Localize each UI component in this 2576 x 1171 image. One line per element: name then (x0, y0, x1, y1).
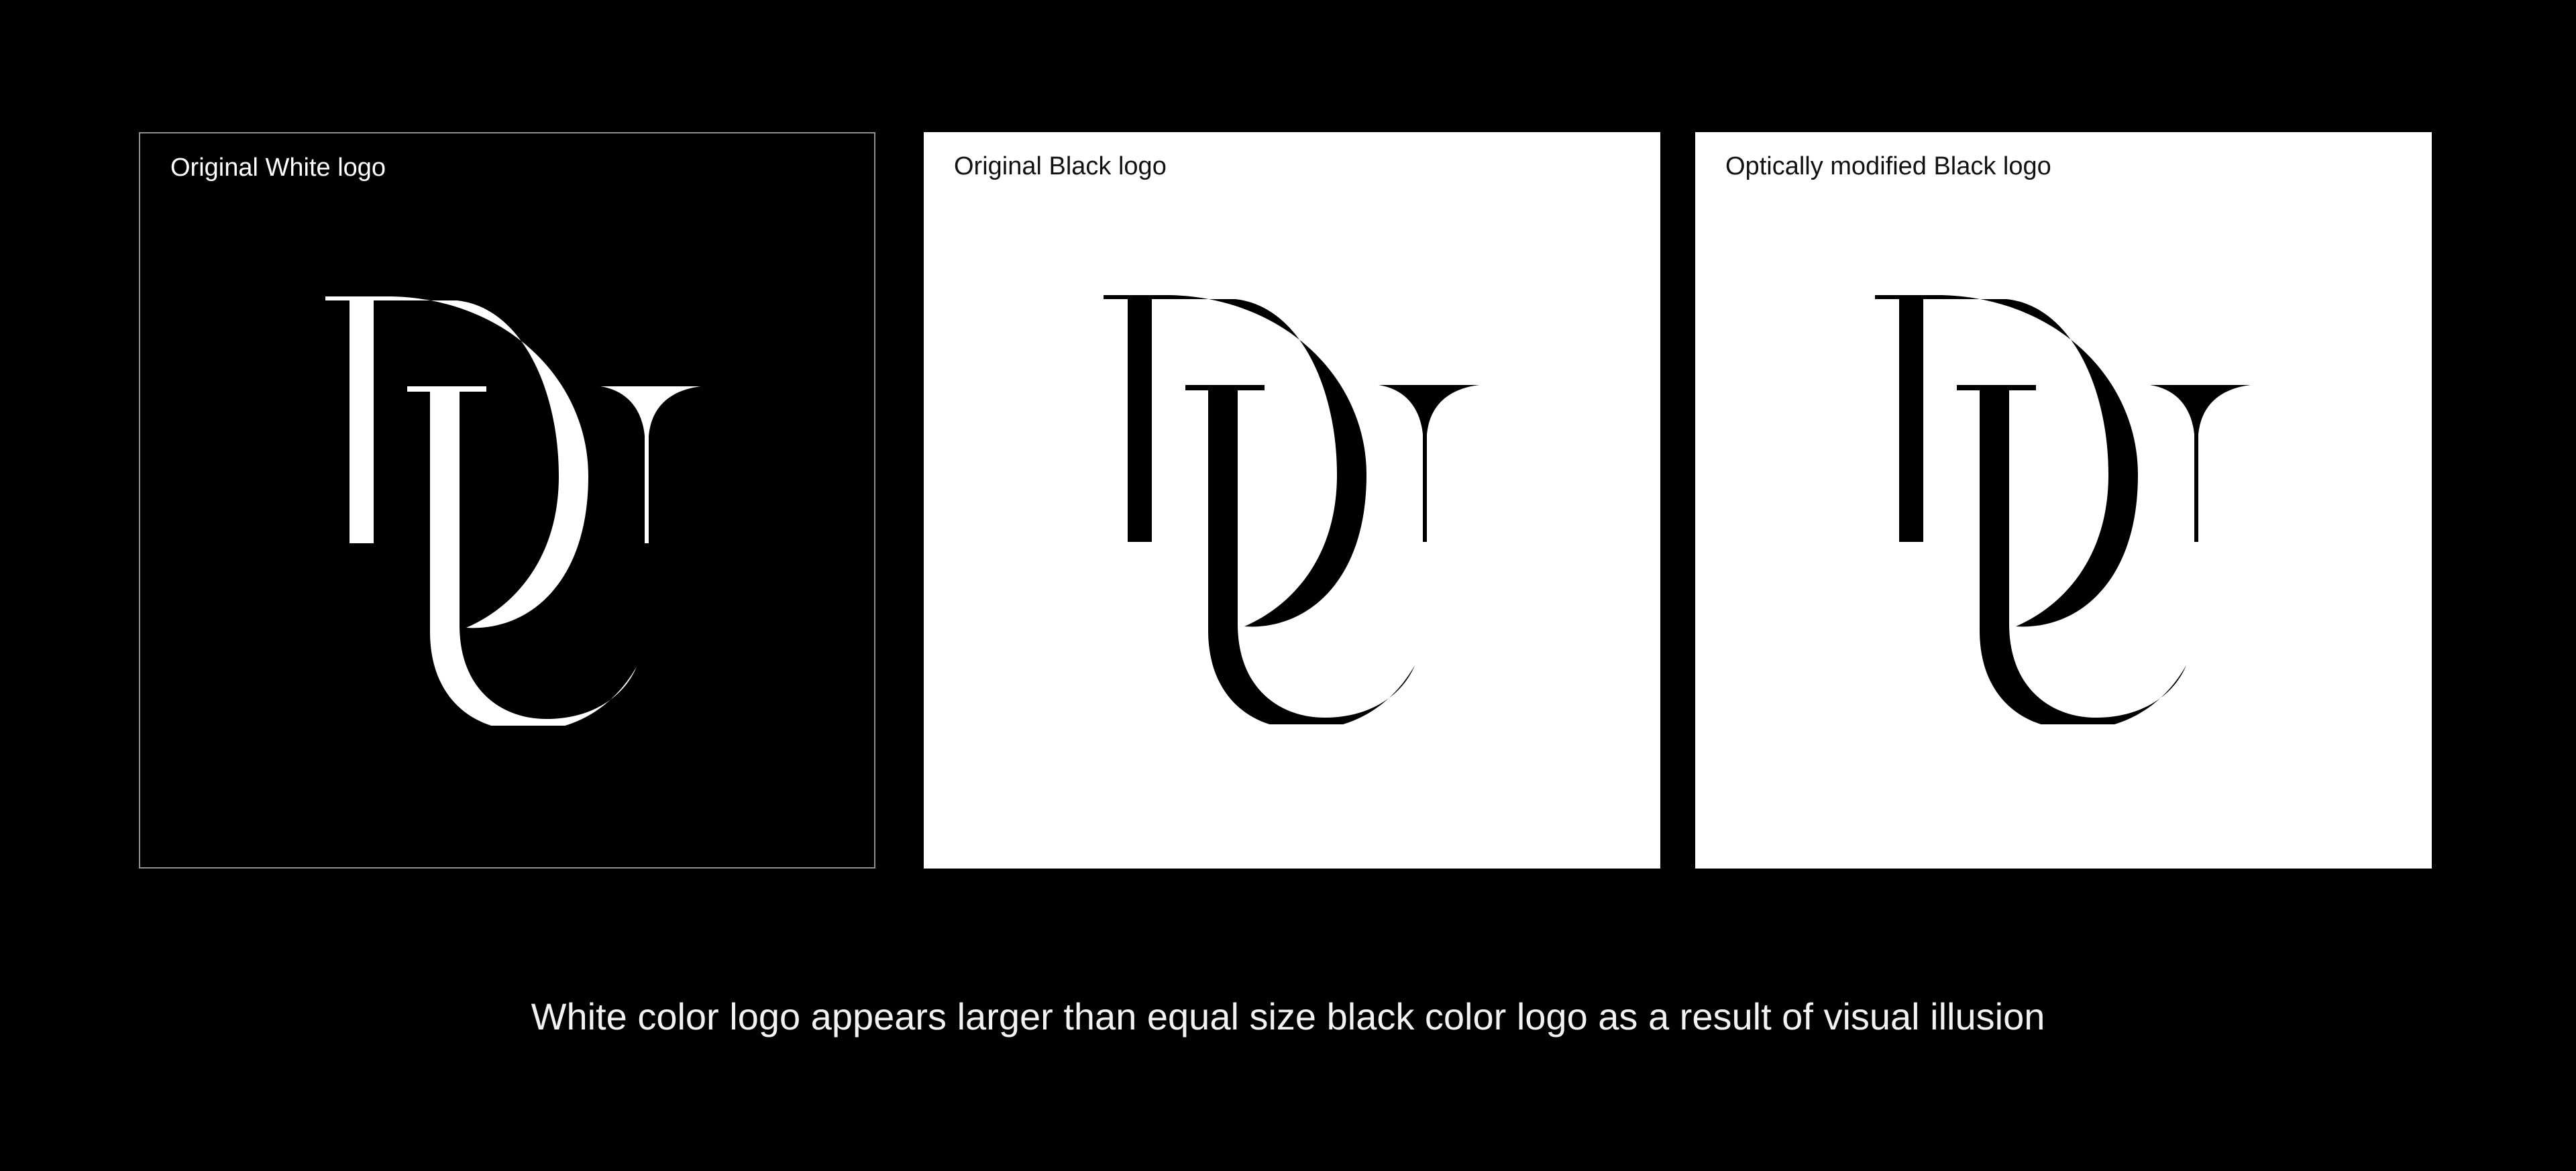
panel-label: Original White logo (170, 154, 386, 182)
panel-original-black-logo: Original Black logo (924, 132, 1660, 869)
dc-monogram-logo-icon (1875, 295, 2251, 724)
dc-monogram-logo-icon (1104, 295, 1479, 724)
panel-original-white-logo: Original White logo (139, 132, 875, 869)
panel-label: Optically modified Black logo (1725, 152, 2051, 180)
panel-optically-modified-black-logo: Optically modified Black logo (1695, 132, 2432, 869)
caption: White color logo appears larger than equ… (531, 995, 2045, 1038)
panel-label: Original Black logo (954, 152, 1167, 180)
dc-monogram-logo-icon (325, 296, 701, 726)
